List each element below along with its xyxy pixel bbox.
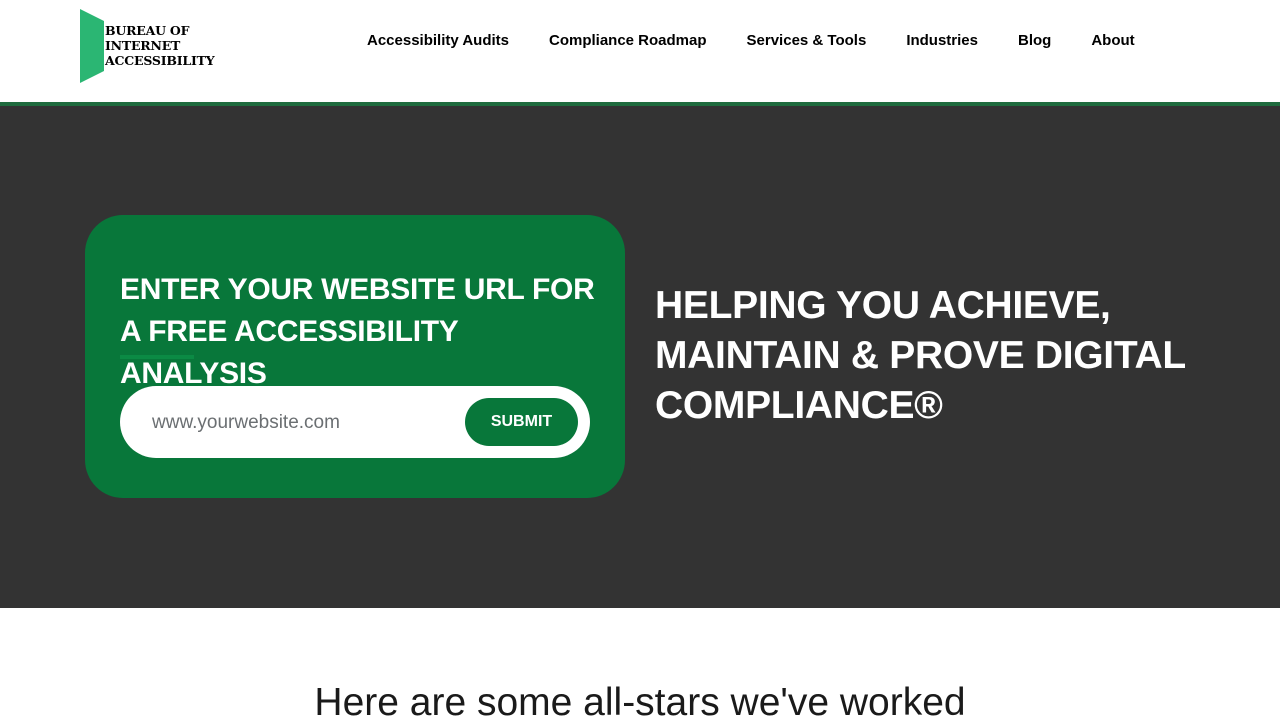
site-logo[interactable]: BUREAU OF INTERNET ACCESSIBILITY: [80, 9, 220, 83]
hero-section: ENTER YOUR WEBSITE URL FOR A FREE ACCESS…: [0, 106, 1280, 608]
submit-button[interactable]: SUBMIT: [465, 398, 578, 446]
url-analysis-card: ENTER YOUR WEBSITE URL FOR A FREE ACCESS…: [85, 215, 625, 498]
site-header: BUREAU OF INTERNET ACCESSIBILITY Accessi…: [0, 0, 1280, 106]
logo-wordmark: BUREAU OF INTERNET ACCESSIBILITY: [105, 23, 215, 68]
nav-item-accessibility-audits[interactable]: Accessibility Audits: [367, 31, 509, 51]
clients-heading: Here are some all-stars we've worked: [314, 681, 966, 724]
logo-flag-icon: [80, 9, 104, 83]
url-form: SUBMIT: [120, 386, 590, 458]
logo-line-1: BUREAU OF: [105, 23, 190, 38]
website-url-input[interactable]: [150, 402, 454, 444]
logo-line-3: ACCESSIBILITY: [105, 53, 215, 68]
nav-item-industries[interactable]: Industries: [906, 31, 978, 51]
main-nav: Accessibility Audits Compliance Roadmap …: [367, 31, 1135, 51]
hero-heading: HELPING YOU ACHIEVE, MAINTAIN & PROVE DI…: [655, 284, 1186, 427]
logo-line-2: INTERNET: [105, 38, 181, 53]
nav-item-about[interactable]: About: [1091, 31, 1134, 51]
nav-item-services-tools[interactable]: Services & Tools: [747, 31, 867, 51]
card-title: ENTER YOUR WEBSITE URL FOR A FREE ACCESS…: [120, 273, 595, 390]
title-underline: [120, 355, 194, 359]
nav-item-blog[interactable]: Blog: [1018, 31, 1051, 51]
nav-item-compliance-roadmap[interactable]: Compliance Roadmap: [549, 31, 707, 51]
